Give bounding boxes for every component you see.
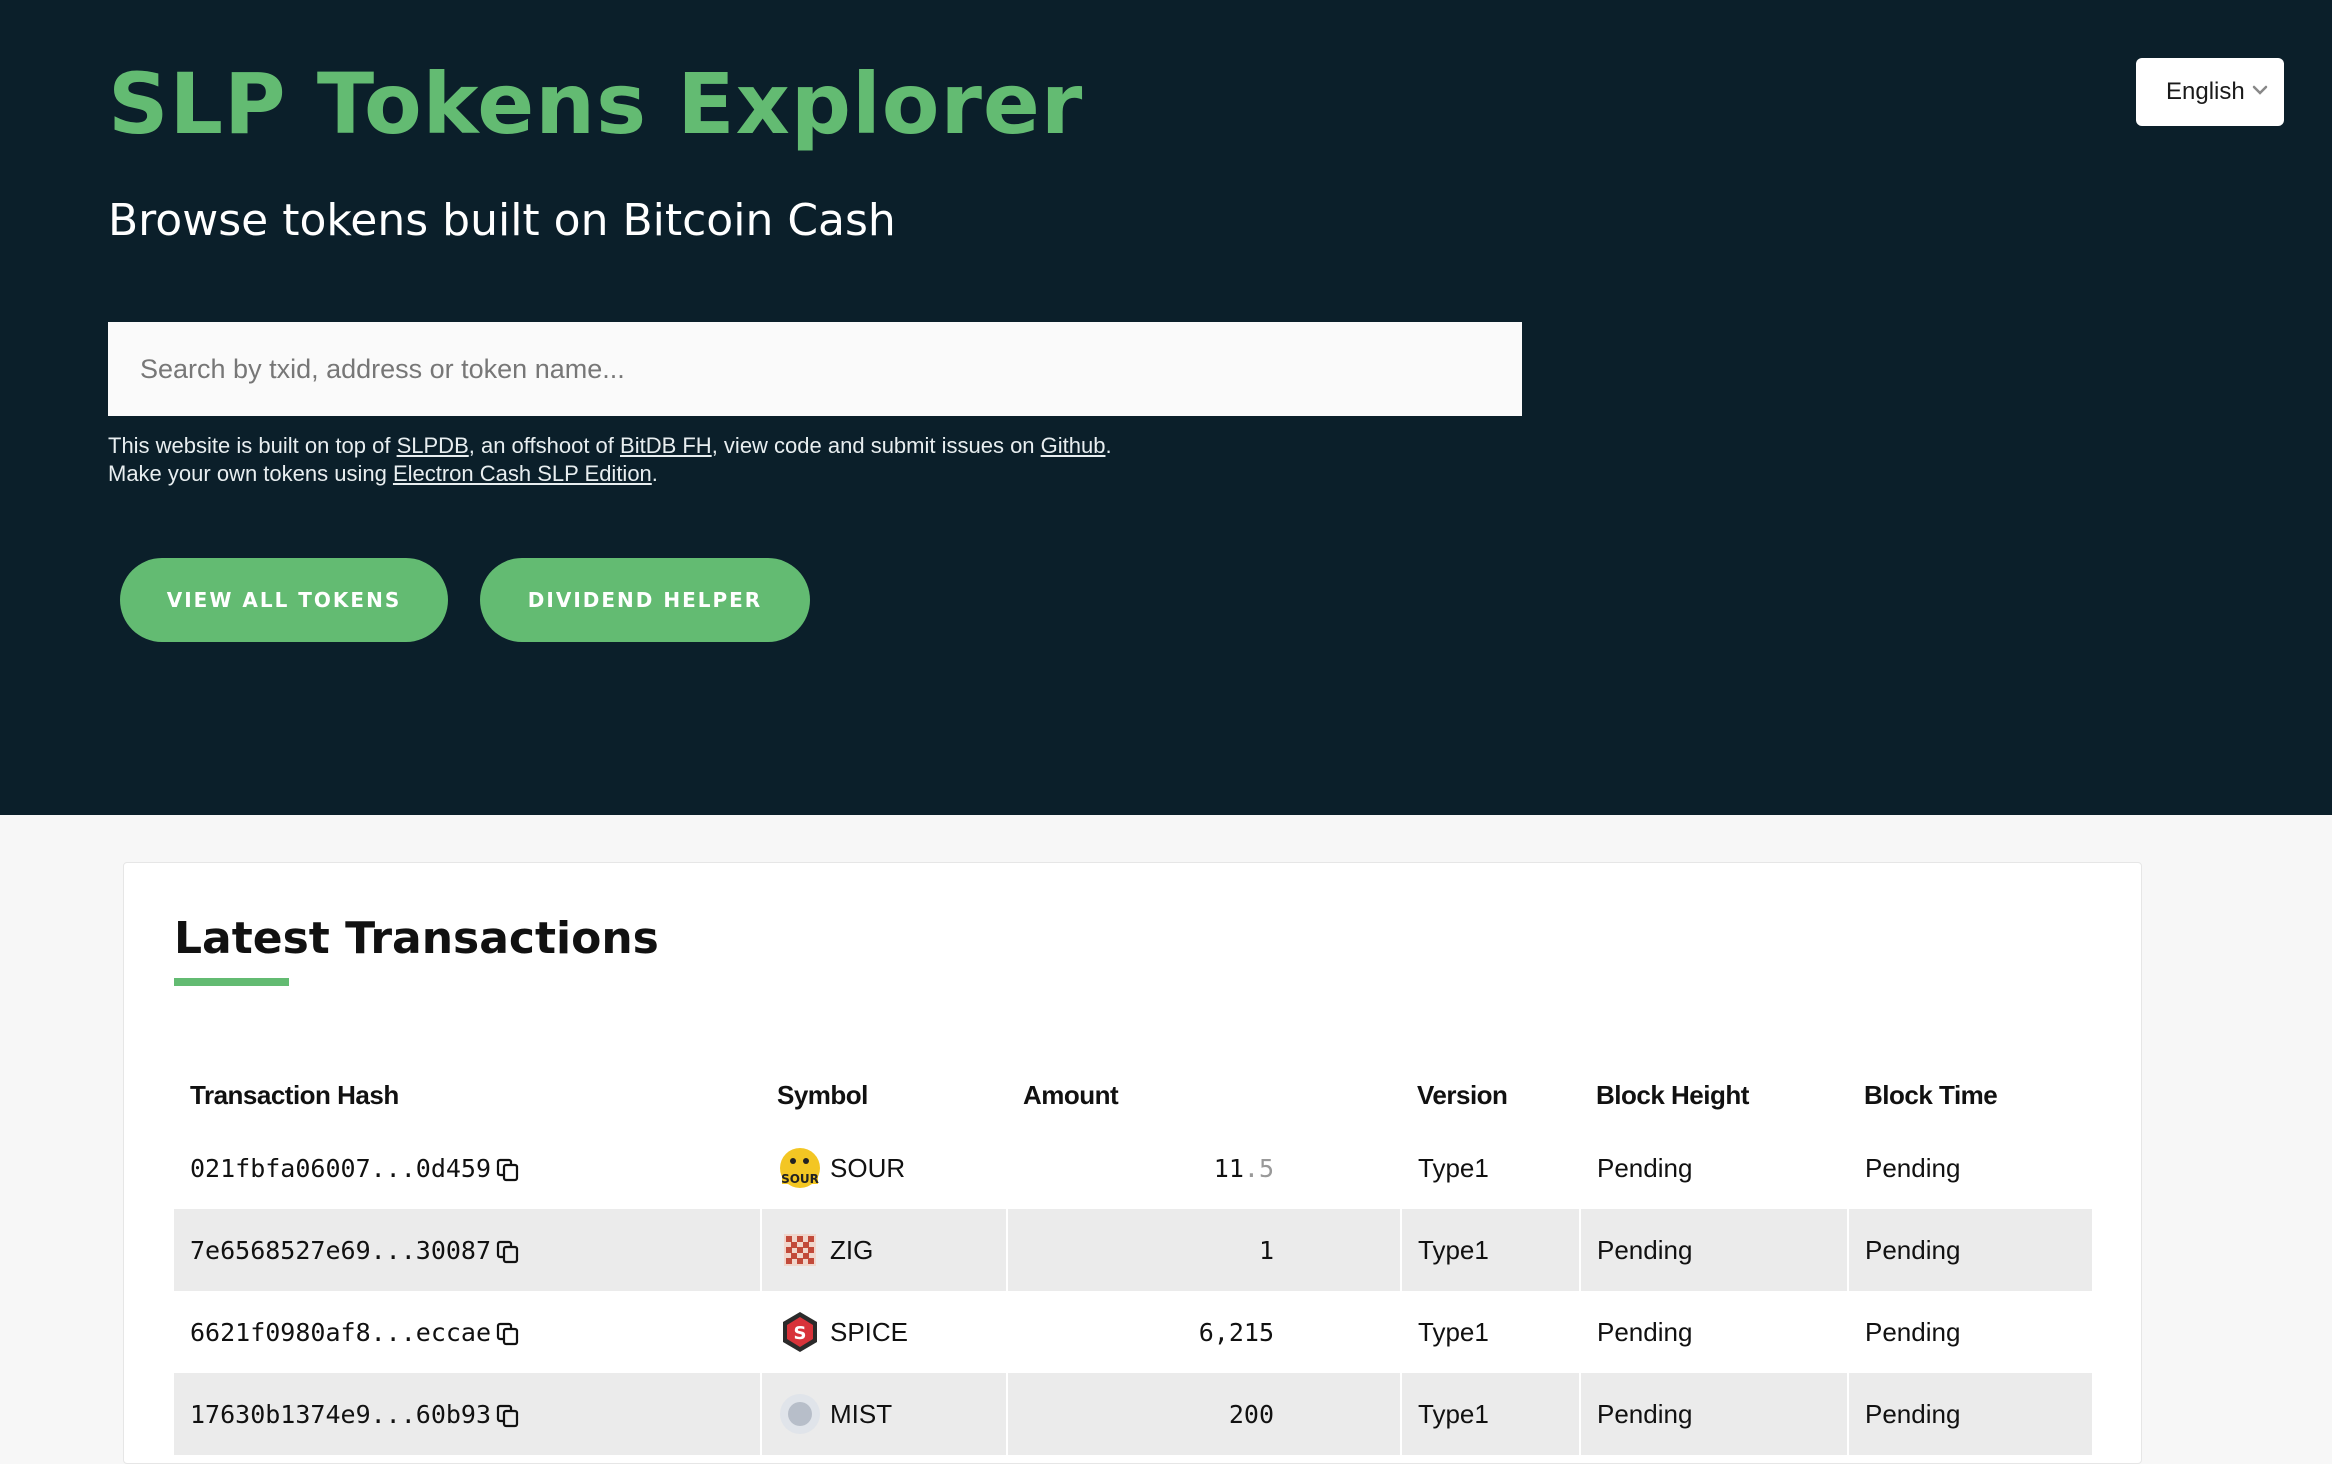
token-version: Type1	[1400, 1209, 1580, 1291]
info-text-part: .	[1105, 433, 1112, 458]
block-time: Pending	[1847, 1209, 2092, 1291]
block-time: Pending	[1847, 1291, 2092, 1373]
copy-icon[interactable]	[495, 1321, 521, 1347]
hero-section: SLP Tokens Explorer Browse tokens built …	[0, 0, 2332, 815]
table-header-row: Transaction Hash Symbol Amount Version B…	[174, 1063, 2092, 1127]
table-row[interactable]: 6621f0980af8...eccae S SPICE 6,215 Type1 …	[174, 1291, 2092, 1373]
language-select-value: English	[2166, 78, 2245, 105]
amount-decimal: .5	[1243, 1153, 1274, 1183]
view-all-tokens-button[interactable]: VIEW ALL TOKENS	[120, 558, 448, 642]
title-underline	[174, 978, 289, 986]
transaction-hash-link[interactable]: 17630b1374e9...60b93	[190, 1400, 491, 1429]
transaction-hash-link[interactable]: 7e6568527e69...30087	[190, 1236, 491, 1265]
column-header[interactable]: Block Time	[1848, 1063, 2092, 1127]
info-text-part: .	[651, 461, 658, 486]
info-text: This website is built on top of SLPDB, a…	[108, 432, 1508, 488]
mist-token-icon	[780, 1394, 820, 1434]
page-subtitle: Browse tokens built on Bitcoin Cash	[108, 195, 896, 246]
amount-integer: 1	[1258, 1235, 1274, 1265]
github-link[interactable]: Github	[1041, 433, 1106, 458]
table-row[interactable]: 021fbfa06007...0d459 SOUR SOUR 11.5 Type1…	[174, 1127, 2092, 1209]
amount-integer: 6,215	[1198, 1317, 1274, 1347]
amount-integer: 11	[1213, 1153, 1244, 1183]
transaction-hash-link[interactable]: 6621f0980af8...eccae	[190, 1318, 491, 1347]
latest-transactions-title: Latest Transactions	[174, 913, 659, 964]
token-symbol[interactable]: SOUR	[830, 1153, 905, 1184]
info-text-part: This website is built on top of	[108, 433, 397, 458]
column-header[interactable]: Version	[1401, 1063, 1580, 1127]
block-height: Pending	[1579, 1373, 1848, 1455]
token-version: Type1	[1400, 1291, 1580, 1373]
svg-text:S: S	[794, 1323, 807, 1344]
token-symbol[interactable]: ZIG	[830, 1235, 873, 1266]
search-input[interactable]	[108, 322, 1522, 416]
token-symbol[interactable]: MIST	[830, 1399, 892, 1430]
latest-transactions-card: Latest Transactions Transaction Hash Sym…	[123, 862, 2142, 1464]
block-height: Pending	[1579, 1209, 1848, 1291]
transaction-hash-link[interactable]: 021fbfa06007...0d459	[190, 1154, 491, 1183]
bitdb-link[interactable]: BitDB FH	[620, 433, 712, 458]
amount-integer: 200	[1228, 1399, 1274, 1429]
column-header[interactable]: Transaction Hash	[174, 1063, 761, 1127]
electron-cash-link[interactable]: Electron Cash SLP Edition	[393, 461, 652, 486]
spice-token-icon: S	[783, 1312, 817, 1352]
copy-icon[interactable]	[495, 1239, 521, 1265]
info-text-part: , view code and submit issues on	[711, 433, 1041, 458]
block-height: Pending	[1579, 1291, 1848, 1373]
info-text-part: , an offshoot of	[468, 433, 621, 458]
copy-icon[interactable]	[495, 1157, 521, 1183]
column-header[interactable]: Block Height	[1580, 1063, 1848, 1127]
token-version: Type1	[1400, 1127, 1580, 1209]
column-header[interactable]: Amount	[1007, 1063, 1401, 1127]
info-text-part: Make your own tokens using	[108, 461, 393, 486]
token-symbol[interactable]: SPICE	[830, 1317, 908, 1348]
block-time: Pending	[1847, 1373, 2092, 1455]
copy-icon[interactable]	[495, 1403, 521, 1429]
block-time: Pending	[1847, 1127, 2092, 1209]
transactions-table: Transaction Hash Symbol Amount Version B…	[174, 1063, 2092, 1455]
zig-token-icon	[784, 1234, 816, 1266]
sour-token-icon: SOUR	[780, 1148, 820, 1188]
page-title: SLP Tokens Explorer	[108, 55, 1084, 153]
svg-text:SOUR: SOUR	[781, 1172, 819, 1186]
table-row[interactable]: 17630b1374e9...60b93 MIST 200 Type1 Pend…	[174, 1373, 2092, 1455]
block-height: Pending	[1579, 1127, 1848, 1209]
slpdb-link[interactable]: SLPDB	[397, 433, 469, 458]
column-header[interactable]: Symbol	[761, 1063, 1007, 1127]
chevron-down-icon	[2252, 85, 2268, 95]
dividend-helper-button[interactable]: DIVIDEND HELPER	[480, 558, 810, 642]
token-version: Type1	[1400, 1373, 1580, 1455]
language-select[interactable]: English	[2136, 58, 2284, 126]
table-row[interactable]: 7e6568527e69...30087 ZIG 1 Type1 Pending…	[174, 1209, 2092, 1291]
